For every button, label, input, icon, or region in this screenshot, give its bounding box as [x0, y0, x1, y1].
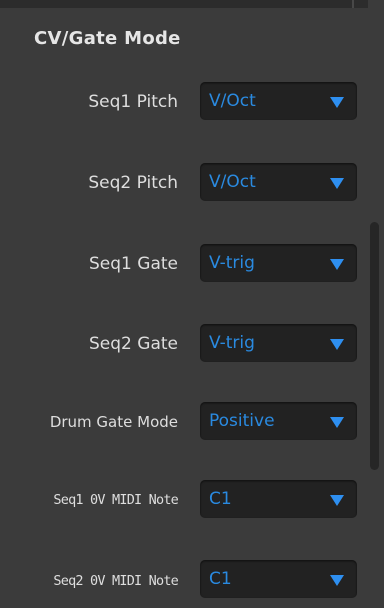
chevron-down-icon: [330, 339, 344, 350]
dropdown-value: C1: [209, 489, 232, 509]
cv-gate-settings-panel: CV/Gate Mode Seq1 Pitch V/Oct Seq2 Pitch…: [0, 0, 384, 608]
drum-gate-mode-label: Drum Gate Mode: [49, 413, 178, 431]
seq2-pitch-label: Seq2 Pitch: [88, 173, 178, 193]
dropdown-value: V/Oct: [209, 172, 256, 192]
dropdown-value: V-trig: [209, 253, 255, 273]
seq2-gate-dropdown[interactable]: V-trig: [200, 324, 357, 362]
section-title: CV/Gate Mode: [34, 28, 181, 49]
seq2-0v-midi-note-dropdown[interactable]: C1: [200, 560, 357, 598]
chevron-down-icon: [330, 259, 344, 270]
seq2-0v-midi-note-label: Seq2 0V MIDI Note: [53, 573, 178, 589]
drum-gate-mode-dropdown[interactable]: Positive: [200, 402, 357, 440]
chevron-down-icon: [330, 97, 344, 108]
top-bar-divider: [352, 0, 354, 8]
dropdown-value: V-trig: [209, 333, 255, 353]
seq1-gate-dropdown[interactable]: V-trig: [200, 244, 357, 282]
dropdown-value: Positive: [209, 411, 275, 431]
chevron-down-icon: [330, 495, 344, 506]
seq1-0v-midi-note-dropdown[interactable]: C1: [200, 480, 357, 518]
chevron-down-icon: [330, 575, 344, 586]
seq2-gate-label: Seq2 Gate: [89, 334, 178, 354]
top-bar: [0, 0, 384, 8]
chevron-down-icon: [330, 178, 344, 189]
seq1-pitch-dropdown[interactable]: V/Oct: [200, 82, 357, 120]
dropdown-value: C1: [209, 569, 232, 589]
seq2-pitch-dropdown[interactable]: V/Oct: [200, 163, 357, 201]
seq1-pitch-label: Seq1 Pitch: [88, 92, 178, 112]
dropdown-value: V/Oct: [209, 91, 256, 111]
seq1-0v-midi-note-label: Seq1 0V MIDI Note: [53, 492, 178, 508]
chevron-down-icon: [330, 417, 344, 428]
seq1-gate-label: Seq1 Gate: [89, 254, 178, 274]
scrollbar-thumb[interactable]: [370, 222, 379, 470]
